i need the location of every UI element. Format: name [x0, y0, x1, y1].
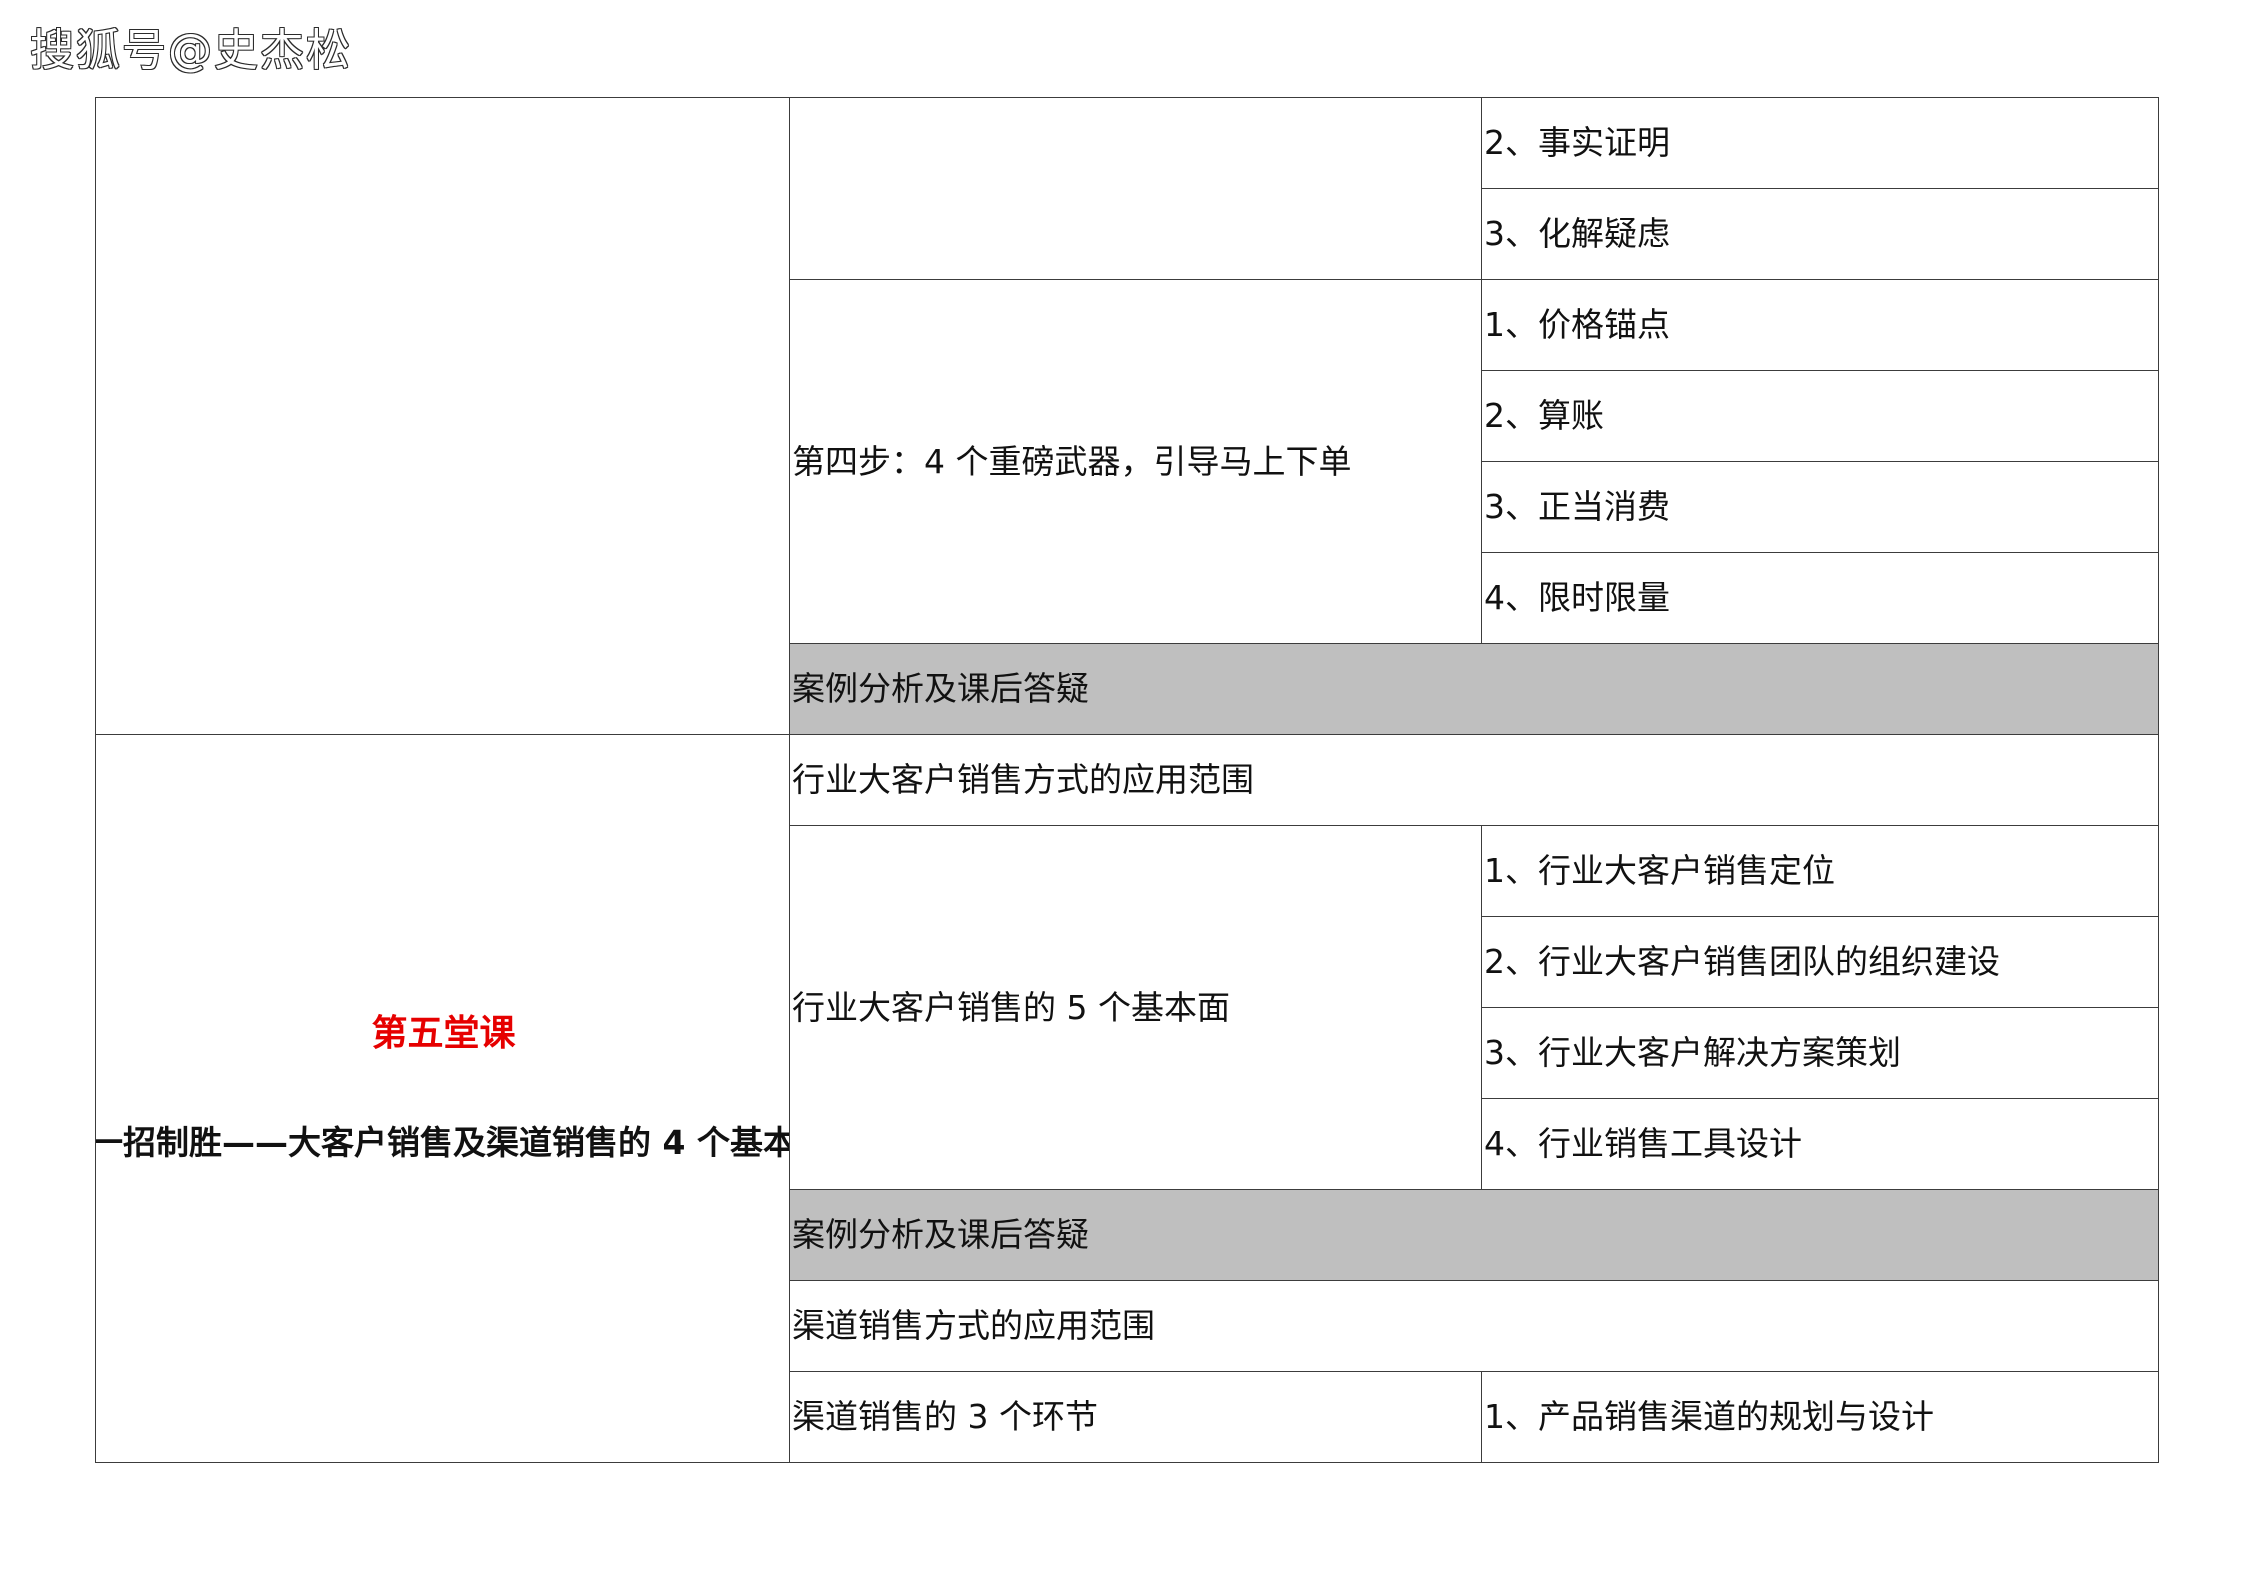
list-item: 3、行业大客户解决方案策划 [1481, 1007, 2159, 1099]
list-item: 1、价格锚点 [1481, 279, 2159, 371]
list-item: 3、化解疑虑 [1481, 188, 2159, 280]
empty-step-cell [789, 97, 1482, 280]
lesson-cell: 第五堂课 一招制胜——大客户销售及渠道销售的 4 个基本面 [95, 734, 790, 1463]
list-item: 1、行业大客户销售定位 [1481, 825, 2159, 917]
section-label: 渠道销售方式的应用范围 [789, 1280, 2159, 1372]
list-item: 3、正当消费 [1481, 461, 2159, 553]
watermark-text: 搜狐号@史杰松 [29, 24, 352, 77]
qa-row-label: 案例分析及课后答疑 [789, 1189, 2159, 1281]
lesson-title: 一招制胜——大客户销售及渠道销售的 4 个基本面 [95, 1123, 790, 1163]
section-label: 行业大客户销售方式的应用范围 [789, 734, 2159, 826]
list-item: 2、事实证明 [1481, 97, 2159, 189]
list-item: 4、行业销售工具设计 [1481, 1098, 2159, 1190]
list-item: 1、产品销售渠道的规划与设计 [1481, 1371, 2159, 1463]
list-item: 2、算账 [1481, 370, 2159, 462]
empty-lesson-cell [95, 97, 790, 735]
qa-row-label: 案例分析及课后答疑 [789, 643, 2159, 735]
step-label: 渠道销售的 3 个环节 [789, 1371, 1482, 1463]
step-label: 行业大客户销售的 5 个基本面 [789, 825, 1482, 1190]
step-label: 第四步：4 个重磅武器，引导马上下单 [789, 279, 1482, 644]
list-item: 2、行业大客户销售团队的组织建设 [1481, 916, 2159, 1008]
course-outline-table: 2、事实证明 3、化解疑虑 第四步：4 个重磅武器，引导马上下单 1、价格锚点 … [95, 97, 2159, 1463]
list-item: 4、限时限量 [1481, 552, 2159, 644]
table-row: 第五堂课 一招制胜——大客户销售及渠道销售的 4 个基本面 行业大客户销售方式的… [95, 734, 2159, 1463]
table-row: 2、事实证明 [95, 97, 2159, 735]
lesson-number: 第五堂课 [371, 1012, 516, 1054]
